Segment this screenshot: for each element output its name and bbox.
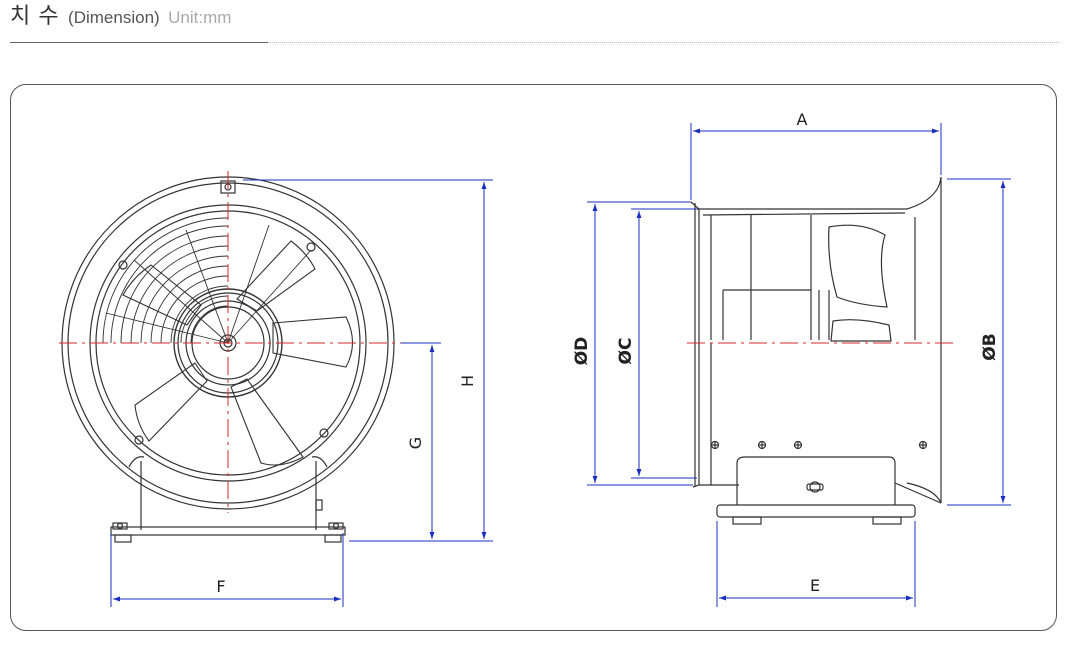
front-dimensions [110, 179, 493, 607]
dimension-label-e: E [810, 576, 820, 595]
dimension-label-c: ØC [616, 338, 636, 365]
dimension-label-h: H [458, 375, 477, 387]
guard-wire [102, 217, 312, 344]
dimension-drawing: H G F A ØB ØD ØC E [59, 110, 1011, 607]
dimension-label-f: F [216, 577, 225, 596]
dimension-label-d: ØD [572, 337, 592, 366]
side-view [690, 176, 942, 525]
dimension-label-g: G [406, 437, 425, 449]
impeller-blades [122, 240, 354, 466]
title-english: (Dimension) [68, 8, 160, 27]
dimension-drawing-panel: H G F A ØB ØD ØC E [10, 84, 1057, 631]
header-underline [10, 42, 268, 43]
section-header: 치 수 (Dimension) Unit:mm [10, 0, 1059, 46]
unit-label: Unit:mm [168, 8, 232, 27]
dimension-label-a: A [797, 110, 808, 129]
dimension-label-b: ØB [980, 333, 1000, 360]
title-korean: 치 수 [10, 3, 60, 28]
side-dimensions [587, 123, 1011, 607]
section-title: 치 수 (Dimension) Unit:mm [10, 2, 231, 33]
